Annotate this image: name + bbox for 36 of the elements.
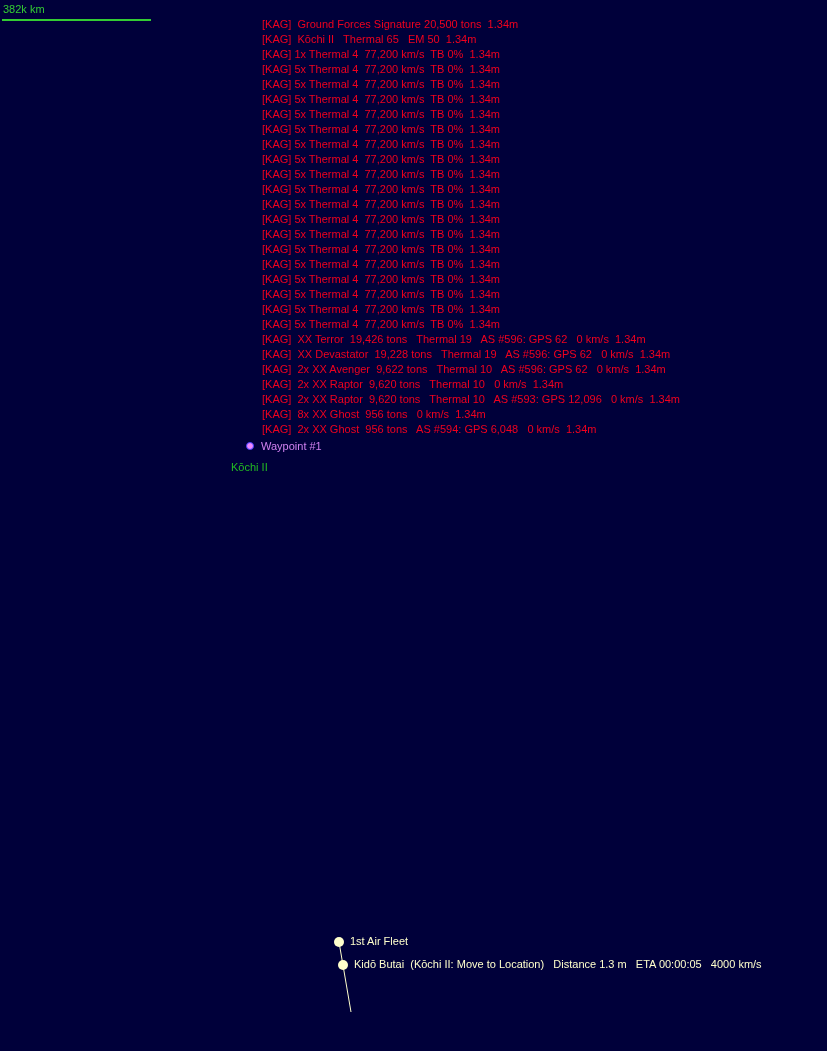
contact-label: [KAG] Ground Forces Signature 20,500 tons 1.34m [262, 17, 520, 32]
contact-label: [KAG] 2x XX Raptor 9,620 tons Thermal 10 AS #593: GPS 12,096 0 km/s 1.34m [262, 392, 681, 407]
contact-label: [KAG] 8x XX Ghost 956 tons 0 km/s 1.34m [262, 407, 487, 422]
contact-label: [KAG] 5x Thermal 4 77,200 km/s TB 0% 1.34m [262, 287, 502, 302]
fleet-label: Kidō Butai (Kōchi II: Move to Location) Distance 1.3 m ETA 00:00:05 4000 km/s [354, 957, 762, 972]
contact-label: [KAG] 1x Thermal 4 77,200 km/s TB 0% 1.34m [262, 47, 502, 62]
fleet-label: 1st Air Fleet [350, 934, 409, 949]
contact-label: [KAG] 5x Thermal 4 77,200 km/s TB 0% 1.34m [262, 77, 502, 92]
waypoint-marker[interactable] [246, 442, 254, 450]
contact-label: [KAG] 5x Thermal 4 77,200 km/s TB 0% 1.34m [262, 152, 502, 167]
contact-label: [KAG] 5x Thermal 4 77,200 km/s TB 0% 1.34m [262, 317, 502, 332]
contact-label: [KAG] 2x XX Ghost 956 tons AS #594: GPS 6,048 0 km/s 1.34m [262, 422, 598, 437]
contact-label: [KAG] 5x Thermal 4 77,200 km/s TB 0% 1.34m [262, 212, 502, 227]
contact-label: [KAG] 5x Thermal 4 77,200 km/s TB 0% 1.34m [262, 197, 502, 212]
contact-label: [KAG] 5x Thermal 4 77,200 km/s TB 0% 1.34m [262, 92, 502, 107]
contact-label: [KAG] 5x Thermal 4 77,200 km/s TB 0% 1.34m [262, 122, 502, 137]
fleet-marker[interactable] [338, 960, 348, 970]
contact-label: [KAG] XX Terror 19,426 tons Thermal 19 AS #596: GPS 62 0 km/s 1.34m [262, 332, 647, 347]
contact-label: [KAG] 5x Thermal 4 77,200 km/s TB 0% 1.34m [262, 107, 502, 122]
contact-label: [KAG] 5x Thermal 4 77,200 km/s TB 0% 1.34m [262, 302, 502, 317]
contact-label: [KAG] 5x Thermal 4 77,200 km/s TB 0% 1.34m [262, 272, 502, 287]
contact-label: [KAG] 5x Thermal 4 77,200 km/s TB 0% 1.34m [262, 62, 502, 77]
contact-label: [KAG] 5x Thermal 4 77,200 km/s TB 0% 1.34m [262, 242, 502, 257]
contact-label: [KAG] XX Devastator 19,228 tons Thermal 19 AS #596: GPS 62 0 km/s 1.34m [262, 347, 672, 362]
contact-label: [KAG] 5x Thermal 4 77,200 km/s TB 0% 1.34m [262, 227, 502, 242]
waypoint-label: Waypoint #1 [261, 439, 322, 454]
contact-label: [KAG] 5x Thermal 4 77,200 km/s TB 0% 1.34m [262, 182, 502, 197]
planet-label: Kōchi II [231, 460, 268, 475]
contact-label: [KAG] Kōchi II Thermal 65 EM 50 1.34m [262, 32, 478, 47]
fleet-marker[interactable] [334, 937, 344, 947]
contact-label: [KAG] 2x XX Avenger 9,622 tons Thermal 10 AS #596: GPS 62 0 km/s 1.34m [262, 362, 667, 377]
contact-label: [KAG] 5x Thermal 4 77,200 km/s TB 0% 1.34m [262, 167, 502, 182]
contact-label: [KAG] 5x Thermal 4 77,200 km/s TB 0% 1.34m [262, 257, 502, 272]
contact-label: [KAG] 2x XX Raptor 9,620 tons Thermal 10 0 km/s 1.34m [262, 377, 565, 392]
scale-label: 382k km [3, 2, 45, 17]
contact-label: [KAG] 5x Thermal 4 77,200 km/s TB 0% 1.34m [262, 137, 502, 152]
